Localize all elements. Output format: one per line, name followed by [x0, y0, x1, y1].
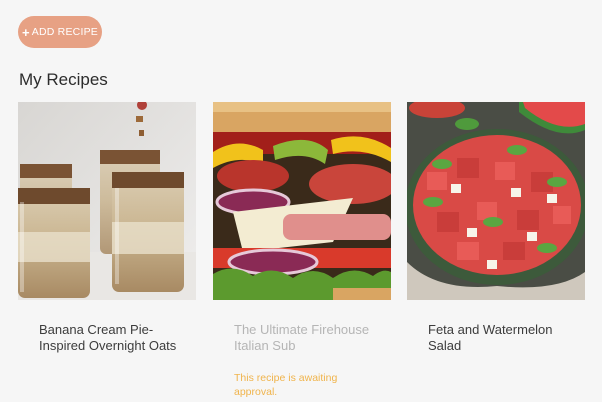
plus-icon: +: [22, 24, 30, 40]
recipe-card-overnight-oats[interactable]: Banana Cream Pie-Inspired Overnight Oats: [18, 102, 196, 354]
overnight-oats-image[interactable]: [18, 102, 196, 300]
recipe-name[interactable]: Banana Cream Pie-Inspired Overnight Oats: [39, 322, 189, 354]
watermelon-salad-image[interactable]: [407, 102, 585, 300]
italian-sub-image[interactable]: [213, 102, 391, 300]
approval-status-text: This recipe is awaiting approval.: [234, 372, 338, 398]
recipe-name[interactable]: The Ultimate Firehouse Italian Sub: [234, 322, 384, 354]
recipe-card-feta-watermelon-salad[interactable]: Feta and Watermelon Salad: [407, 102, 585, 354]
add-recipe-label: ADD RECIPE: [31, 26, 98, 38]
recipe-card-italian-sub[interactable]: The Ultimate Firehouse Italian Sub This …: [213, 102, 391, 399]
page-title: My Recipes: [19, 70, 108, 89]
recipe-name[interactable]: Feta and Watermelon Salad: [428, 322, 578, 354]
add-recipe-button[interactable]: + ADD RECIPE: [18, 16, 102, 48]
